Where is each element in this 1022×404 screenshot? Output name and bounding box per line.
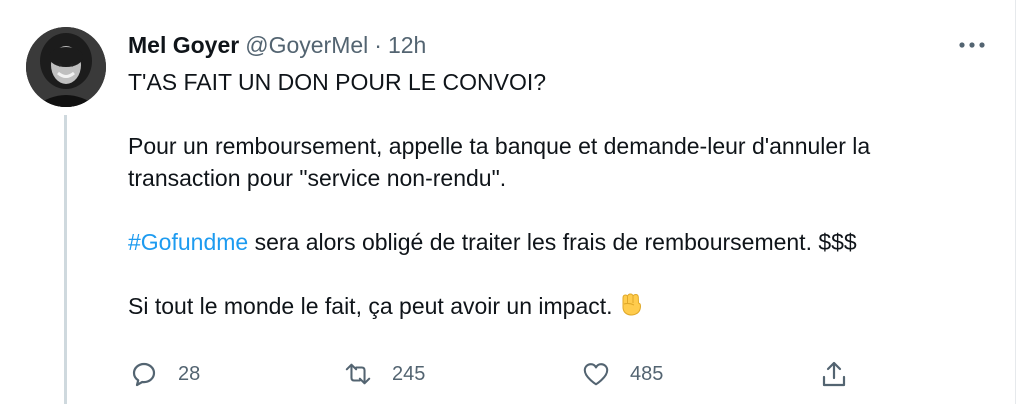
like-count: 485 <box>630 362 664 385</box>
avatar[interactable] <box>26 27 106 107</box>
retweet-button[interactable]: 245 <box>344 356 425 392</box>
hashtag-link[interactable]: #Gofundme <box>128 229 248 255</box>
tweet-line-3: transaction pour "service non-rendu". <box>128 165 507 191</box>
tweet-actions: 28 245 485 <box>128 356 868 392</box>
tweet-line-4: #Gofundme sera alors obligé de traiter l… <box>128 226 988 258</box>
tweet-header: Mel Goyer @GoyerMel · 12h <box>128 30 426 60</box>
tweet-time[interactable]: 12h <box>388 32 426 59</box>
more-horizontal-icon[interactable] <box>957 32 987 58</box>
reply-icon[interactable] <box>130 360 158 388</box>
tweet[interactable]: Mel Goyer @GoyerMel · 12h T'AS FAIT UN D… <box>0 0 1016 404</box>
tweet-line-1: T'AS FAIT UN DON POUR LE CONVOI? <box>128 69 547 95</box>
tweet-text: T'AS FAIT UN DON POUR LE CONVOI? Pour un… <box>128 66 988 326</box>
share-icon[interactable] <box>820 360 848 388</box>
reply-count: 28 <box>178 362 201 385</box>
tweet-line-5: Si tout le monde le fait, ça peut avoir … <box>128 290 988 326</box>
share-button[interactable] <box>820 356 848 392</box>
reply-button[interactable]: 28 <box>130 356 200 392</box>
thread-line <box>64 115 67 404</box>
heart-icon[interactable] <box>582 360 610 388</box>
tweet-line-5-text: Si tout le monde le fait, ça peut avoir … <box>128 293 613 319</box>
like-button[interactable]: 485 <box>582 356 663 392</box>
tweet-line-4-text: sera alors obligé de traiter les frais d… <box>248 229 857 255</box>
retweet-icon[interactable] <box>344 360 372 388</box>
tweet-line-2: Pour un remboursement, appelle ta banque… <box>128 133 871 159</box>
raised-fist-emoji <box>617 290 645 326</box>
retweet-count: 245 <box>392 362 426 385</box>
header-separator: · <box>374 31 382 58</box>
author-name[interactable]: Mel Goyer <box>128 32 239 59</box>
author-handle[interactable]: @GoyerMel <box>245 32 368 59</box>
avatar-photo <box>26 27 106 107</box>
